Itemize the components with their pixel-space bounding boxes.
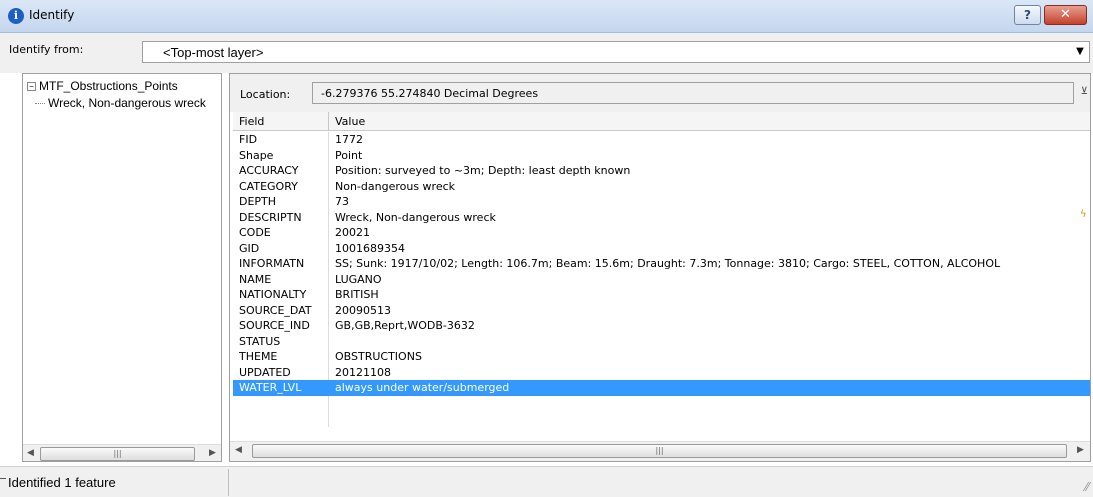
identify-from-value: <Top-most layer> (163, 45, 264, 60)
empty-cell (233, 411, 329, 427)
chevron-down-icon[interactable]: ▼ (1073, 45, 1087, 60)
tree-layer-label: MTF_Obstructions_Points (39, 79, 178, 93)
field-cell: WATER_LVL (233, 380, 329, 396)
grid-scroll-thumb[interactable]: ||| (252, 444, 1067, 458)
table-row[interactable]: GID 1001689354 (233, 240, 1090, 256)
value-cell: Position: surveyed to ~3m; Depth: least … (335, 164, 631, 177)
table-row[interactable]: FID 1772 (233, 132, 1090, 148)
value-cell: BRITISH (335, 288, 379, 301)
column-header-value[interactable]: Value (329, 112, 371, 131)
attributes-panel: Location: -6.279376 55.274840 Decimal De… (229, 73, 1091, 462)
value-cell: always under water/submerged (335, 381, 510, 394)
table-row[interactable]: DESCRIPTN Wreck, Non-dangerous wreck (233, 209, 1090, 225)
value-cell: 1772 (335, 133, 363, 146)
value-cell: 1001689354 (335, 241, 405, 255)
identify-from-label: Identify from: (9, 43, 84, 56)
scroll-left-icon[interactable]: ◀ (235, 445, 242, 455)
grid-header: Field Value (233, 112, 1090, 131)
empty-cell (233, 395, 329, 411)
field-cell: STATUS (233, 333, 329, 349)
empty-row (233, 395, 1090, 411)
value-cell: 20021 (335, 226, 370, 239)
value-cell (329, 334, 341, 336)
field-cell: THEME (233, 349, 329, 365)
table-row[interactable]: ACCURACY Position: surveyed to ~3m; Depth… (233, 163, 1090, 179)
empty-row (233, 411, 1090, 427)
value-cell: 73 (335, 195, 349, 208)
resize-grip-icon[interactable]: ⁄⁄ (1085, 480, 1089, 494)
location-label: Location: (240, 88, 291, 101)
tree-scroll-thumb[interactable]: ||| (40, 447, 195, 461)
lightning-icon[interactable]: ϟ (1080, 209, 1087, 220)
table-row[interactable]: DEPTH 73 (233, 194, 1090, 210)
feature-tree: − MTF_Obstructions_Points Wreck, Non-dang… (22, 73, 222, 462)
field-cell: DESCRIPTN (233, 209, 329, 225)
location-row: Location: -6.279376 55.274840 Decimal De… (230, 74, 1090, 112)
title-bar: i Identify ? ✕ (0, 0, 1093, 33)
field-cell: DEPTH (233, 194, 329, 210)
field-cell: Shape (233, 147, 329, 163)
attribute-grid: Field Value FID 1772 Shape Point ACCURACY Pos… (233, 112, 1090, 439)
value-cell: 20121108 (335, 365, 391, 379)
close-button[interactable]: ✕ (1044, 5, 1087, 25)
value-cell: Non-dangerous wreck (335, 179, 456, 193)
value-cell: Point (335, 148, 363, 162)
field-cell: GID (233, 240, 329, 256)
table-row[interactable]: INFORMATN SS; Sunk: 1917/10/02; Length: 1… (233, 256, 1090, 272)
field-cell: CODE (233, 225, 329, 241)
tree-horizontal-scrollbar[interactable]: ◀ ||| ▶ (23, 444, 221, 461)
scroll-left-icon[interactable]: ◀ (27, 448, 34, 458)
scroll-right-icon[interactable]: ▶ (209, 448, 216, 458)
value-cell: OBSTRUCTIONS (335, 350, 422, 363)
table-row[interactable]: SOURCE_IND GB,GB,Reprt,WODB-3632 (233, 318, 1090, 334)
table-row[interactable]: NATIONALTY BRITISH (233, 287, 1090, 303)
identify-from-row: Identify from: <Top-most layer> ▼ (0, 33, 1093, 73)
tree-feature-label: Wreck, Non-dangerous wreck (48, 96, 206, 110)
info-icon: i (8, 8, 24, 24)
tree-connector (35, 103, 45, 105)
column-header-field[interactable]: Field (233, 112, 329, 131)
table-row[interactable]: WATER_LVL always under water/submerged (233, 380, 1090, 396)
status-divider (228, 469, 229, 496)
tree-item-feature[interactable]: Wreck, Non-dangerous wreck (35, 96, 221, 110)
table-row[interactable]: THEME OBSTRUCTIONS (233, 349, 1090, 365)
value-cell: Wreck, Non-dangerous wreck (335, 210, 496, 224)
value-cell: SS; Sunk: 1917/10/02; Length: 106.7m; Be… (335, 257, 1001, 270)
table-row[interactable]: STATUS (233, 333, 1090, 349)
grid-rows: FID 1772 Shape Point ACCURACY Position: surve… (233, 132, 1090, 427)
table-row[interactable]: NAME LUGANO (233, 271, 1090, 287)
field-cell: ACCURACY (233, 163, 329, 179)
grid-horizontal-scrollbar[interactable]: ◀ ||| ▶ (230, 441, 1090, 461)
field-cell: INFORMATN (233, 256, 329, 272)
location-field: -6.279376 55.274840 Decimal Degrees (312, 82, 1074, 104)
location-value: -6.279376 55.274840 Decimal Degrees (321, 87, 539, 100)
field-cell: CATEGORY (233, 178, 329, 194)
table-row[interactable]: CODE 20021 (233, 225, 1090, 241)
status-text: Identified 1 feature (8, 475, 116, 490)
field-cell: SOURCE_IND (233, 318, 329, 334)
value-cell: 20090513 (335, 303, 391, 317)
field-cell: UPDATED (233, 364, 329, 380)
field-cell: NATIONALTY (233, 287, 329, 303)
table-row[interactable]: UPDATED 20121108 (233, 364, 1090, 380)
help-button[interactable]: ? (1014, 5, 1041, 25)
table-row[interactable]: CATEGORY Non-dangerous wreck (233, 178, 1090, 194)
value-cell: GB,GB,Reprt,WODB-3632 (335, 319, 475, 332)
table-row[interactable]: SOURCE_DAT 20090513 (233, 302, 1090, 318)
edge-tick (0, 478, 6, 479)
field-cell: NAME (233, 271, 329, 287)
field-cell: FID (233, 132, 329, 148)
value-cell: LUGANO (335, 272, 382, 286)
table-row[interactable]: Shape Point (233, 147, 1090, 163)
collapse-icon[interactable]: − (27, 82, 36, 92)
tree-item-layer[interactable]: − MTF_Obstructions_Points (27, 79, 178, 93)
window-title: Identify (29, 8, 75, 22)
field-cell: SOURCE_DAT (233, 302, 329, 318)
scroll-right-icon[interactable]: ▶ (1077, 445, 1084, 455)
status-bar: Identified 1 feature ⁄⁄ (0, 466, 1093, 497)
identify-from-dropdown[interactable]: <Top-most layer> ▼ (142, 41, 1090, 63)
expand-icon[interactable]: ⊻ (1081, 86, 1088, 97)
